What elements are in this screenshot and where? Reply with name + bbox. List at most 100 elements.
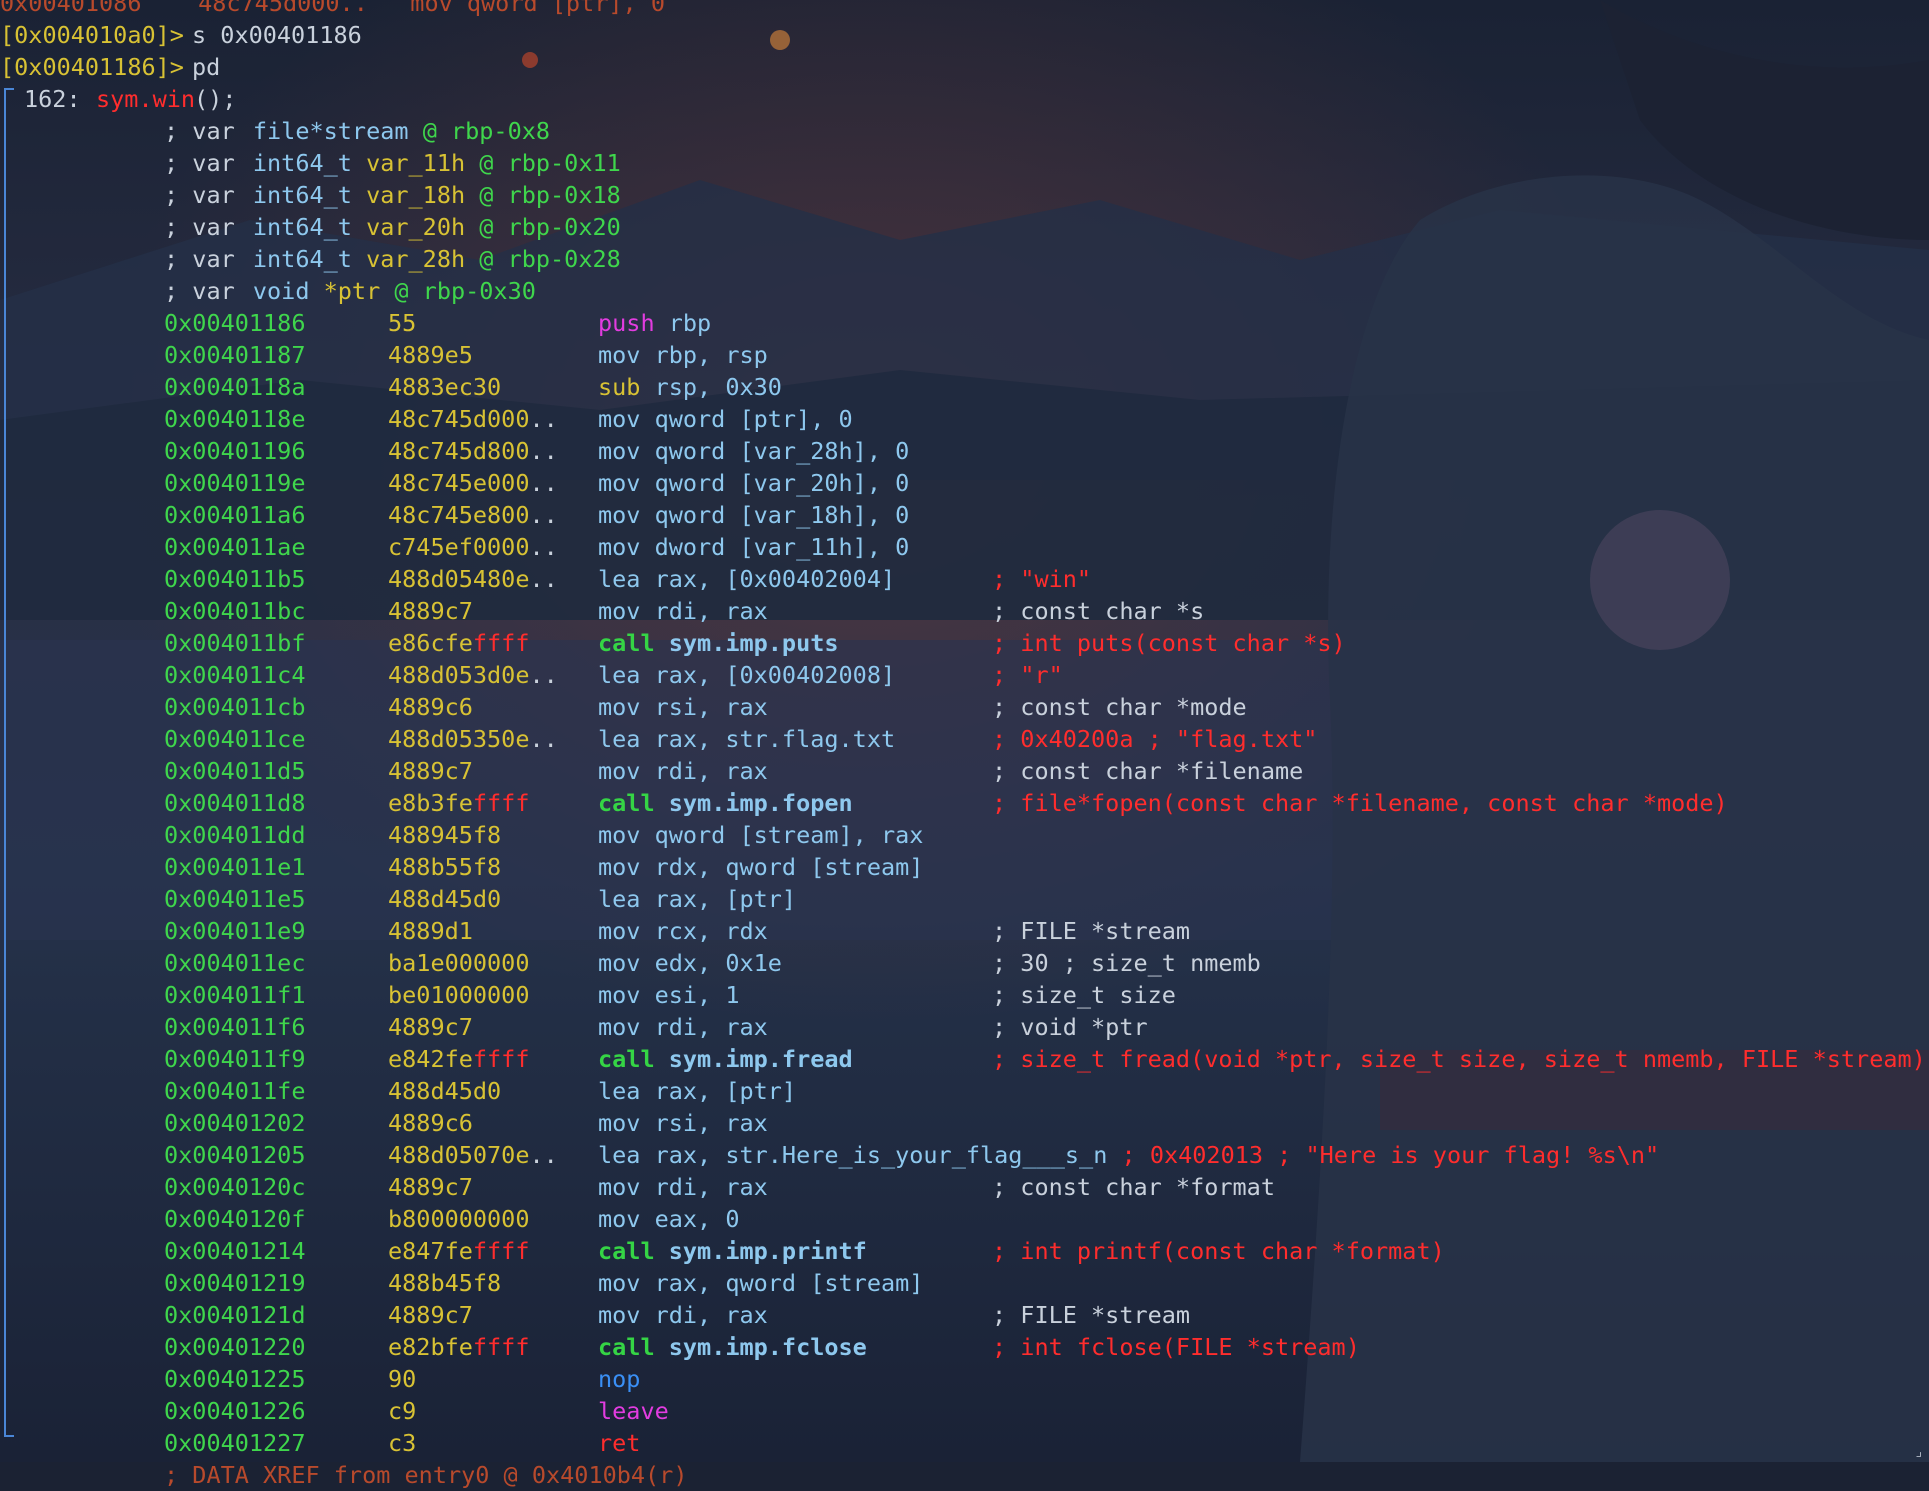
- var-name: var_28h: [366, 245, 466, 273]
- instruction-address: 0x004011e9: [164, 917, 306, 945]
- var-keyword: ; var: [164, 149, 235, 177]
- instruction-operands: eax, 0: [654, 1205, 740, 1233]
- instruction-address: 0x00401186: [164, 309, 306, 337]
- instruction-address: 0x004011f9: [164, 1045, 306, 1073]
- instruction-address: 0x0040120c: [164, 1173, 306, 1201]
- instruction-bytes: 488d05070e: [388, 1141, 530, 1169]
- instruction-operands: rsi, rax: [654, 693, 768, 721]
- instruction-bytes: ba1e000000: [388, 949, 530, 977]
- instruction-bytes-tail: ..: [529, 437, 558, 465]
- instruction-operands: rdi, rax: [654, 757, 768, 785]
- instruction-mnemonic: mov: [598, 1205, 641, 1233]
- command-line-pd: [0x00401186]> pd: [0, 51, 220, 83]
- instruction-mnemonic: lea: [598, 1077, 641, 1105]
- instruction-bytes: 4889c7: [388, 757, 473, 785]
- instruction-mnemonic: lea: [598, 1141, 641, 1169]
- instruction-bytes-tail: ffff: [472, 1333, 530, 1361]
- instruction-comment: ; int fclose(FILE *stream): [992, 1333, 1360, 1361]
- var-location: @ rbp-0x18: [479, 181, 621, 209]
- instruction-bytes: 4889d1: [388, 917, 473, 945]
- instruction-bytes-tail: ffff: [472, 629, 530, 657]
- function-size: 162:: [24, 85, 81, 113]
- prompt: [0x004010a0]>: [0, 21, 184, 49]
- instruction-comment: ; "win": [992, 565, 1092, 593]
- var-name: var_11h: [366, 149, 466, 177]
- instruction-bytes: be01000000: [388, 981, 530, 1009]
- call-mnemonic: call: [598, 1333, 655, 1361]
- instruction-bytes: e8b3fe: [388, 789, 473, 817]
- instruction-mnemonic: mov: [598, 821, 641, 849]
- var-name: var_18h: [366, 181, 466, 209]
- instruction-address: 0x00401226: [164, 1397, 306, 1425]
- instruction-address: 0x00401202: [164, 1109, 306, 1137]
- var-keyword: ; var: [164, 181, 235, 209]
- instruction-comment: ; 30 ; size_t nmemb: [992, 949, 1261, 977]
- var-type: void: [252, 277, 310, 305]
- instruction-operands: qword [var_18h], 0: [654, 501, 910, 529]
- instruction-bytes: 4889c6: [388, 1109, 473, 1137]
- instruction-bytes: 48c745e000: [388, 469, 530, 497]
- var-name: *ptr: [323, 277, 381, 305]
- instruction-bytes-tail: ..: [529, 501, 558, 529]
- instruction-bytes: c9: [388, 1397, 417, 1425]
- instruction-mnemonic: mov: [598, 1173, 641, 1201]
- instruction-mnemonic: mov: [598, 437, 641, 465]
- instruction-mnemonic: mov: [598, 853, 641, 881]
- instruction-bytes: 488b55f8: [388, 853, 502, 881]
- instruction-comment: ; const char *mode: [992, 693, 1247, 721]
- instruction-bytes: 488d05480e: [388, 565, 530, 593]
- instruction-bytes-tail: ..: [529, 725, 558, 753]
- instruction-bytes-tail: ..: [529, 1141, 558, 1169]
- instruction-mnemonic: mov: [598, 1301, 641, 1329]
- instruction-operands: rdi, rax: [654, 1173, 768, 1201]
- instruction-bytes-tail: ..: [529, 533, 558, 561]
- instruction-bytes: c3: [388, 1429, 417, 1457]
- call-target: sym.imp.fclose: [668, 1333, 867, 1361]
- instruction-mnemonic: mov: [598, 1013, 641, 1041]
- instruction-address: 0x00401214: [164, 1237, 306, 1265]
- call-target: sym.imp.printf: [668, 1237, 867, 1265]
- instruction-comment: ; const char *filename: [992, 757, 1304, 785]
- var-type: int64_t: [252, 245, 352, 273]
- instruction-operands: rdx, qword [stream]: [654, 853, 924, 881]
- instruction-bytes: 488d45d0: [388, 885, 502, 913]
- instruction-bytes: 4889c7: [388, 1173, 473, 1201]
- instruction-bytes: 4889c7: [388, 1301, 473, 1329]
- var-type: int64_t: [252, 213, 352, 241]
- instruction-bytes: 55: [388, 309, 417, 337]
- instruction-bytes: 4889c7: [388, 597, 473, 625]
- instruction-mnemonic: mov: [598, 501, 641, 529]
- instruction-comment: ; int printf(const char *format): [992, 1237, 1445, 1265]
- instruction-operands: qword [var_28h], 0: [654, 437, 910, 465]
- instruction-address: 0x004011f6: [164, 1013, 306, 1041]
- function-header: 162: sym.win ();: [0, 83, 236, 115]
- instruction-address: 0x00401187: [164, 341, 306, 369]
- instruction-operands: rax, [ptr]: [654, 1077, 797, 1105]
- instruction-comment: ; FILE *stream: [992, 917, 1191, 945]
- var-keyword: ; var: [164, 117, 235, 145]
- instruction-operands: qword [stream], rax: [654, 821, 924, 849]
- function-signature: ();: [194, 85, 237, 113]
- instruction-comment: ; void *ptr: [992, 1013, 1148, 1041]
- instruction-address: 0x004011b5: [164, 565, 306, 593]
- call-mnemonic: call: [598, 789, 655, 817]
- instruction-operands: rax, str.Here_is_your_flag___s_n: [654, 1141, 1108, 1169]
- var-name: var_20h: [366, 213, 466, 241]
- instruction-address: 0x004011e5: [164, 885, 306, 913]
- instruction-bytes-tail: ffff: [472, 789, 530, 817]
- instruction-bytes: 488d05350e: [388, 725, 530, 753]
- instruction-bytes-tail: ..: [529, 405, 558, 433]
- top-cut-text: 0x00401086 48c745d000.. mov qword [ptr],…: [0, 0, 665, 17]
- instruction-address: 0x004011ce: [164, 725, 306, 753]
- instruction-operands: rdi, rax: [654, 1013, 768, 1041]
- var-type: file*stream: [252, 117, 409, 145]
- instruction-address: 0x00401196: [164, 437, 306, 465]
- command-text: pd: [192, 53, 221, 81]
- instruction-mnemonic: lea: [598, 661, 641, 689]
- instruction-address: 0x004011bf: [164, 629, 306, 657]
- instruction-address: 0x00401227: [164, 1429, 306, 1457]
- var-location: @ rbp-0x8: [422, 117, 551, 145]
- instruction-comment: ; 0x40200a ; "flag.txt": [992, 725, 1318, 753]
- instruction-comment: ; const char *format: [992, 1173, 1275, 1201]
- instruction-operands: rax, [0x00402008]: [654, 661, 896, 689]
